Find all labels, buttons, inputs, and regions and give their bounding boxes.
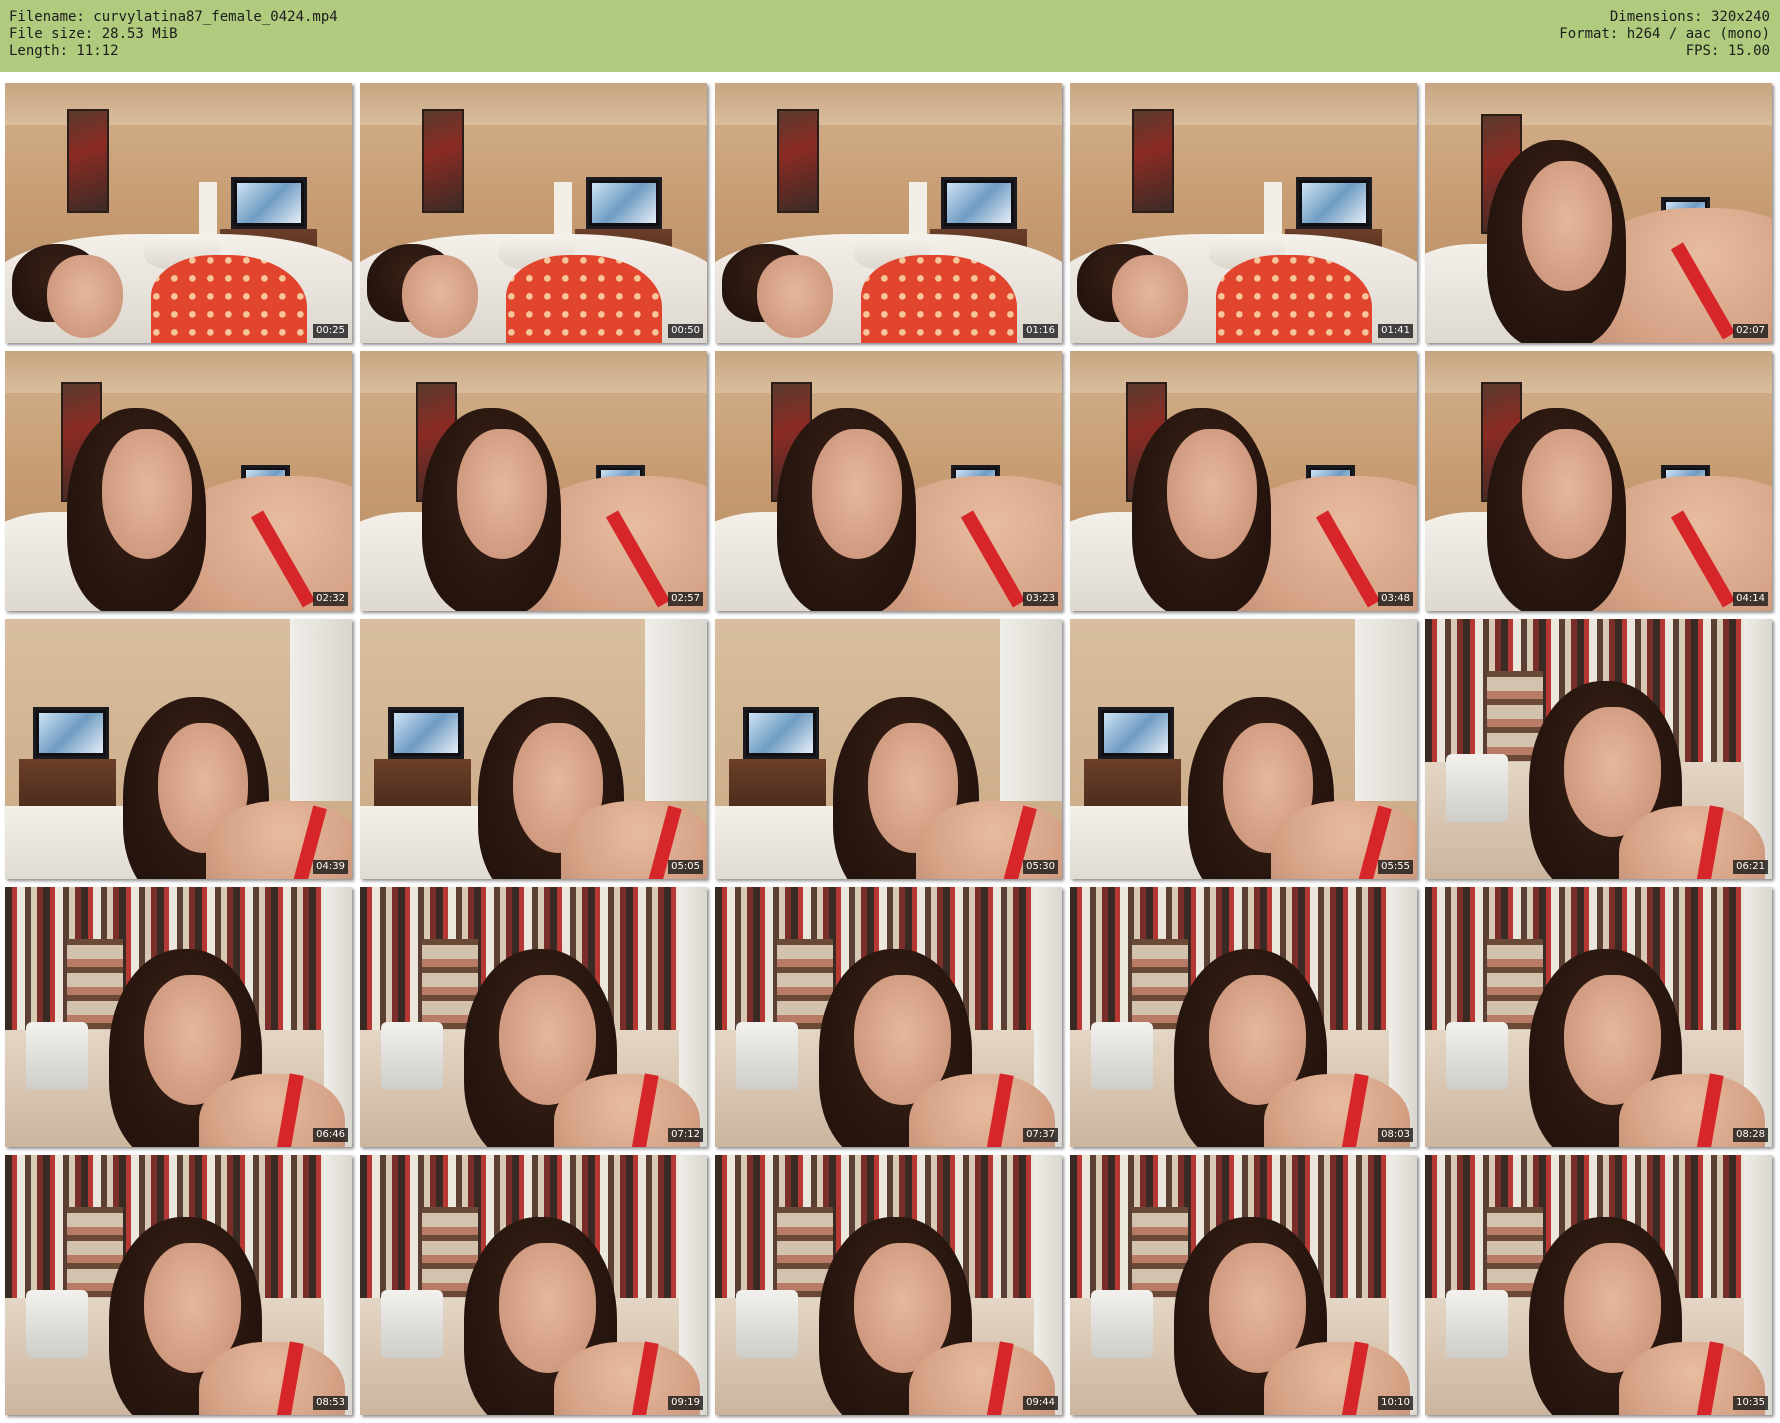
file-info: Filename: curvylatina87_female_0424.mp4 … <box>9 9 338 60</box>
thumbnail-frame: 08:03 <box>1070 887 1417 1147</box>
thumbnail-frame: 00:50 <box>360 83 707 343</box>
length-text: Length: 11:12 <box>9 43 119 59</box>
timestamp-label: 09:44 <box>1023 1396 1058 1410</box>
thumbnail-image <box>360 83 707 343</box>
timestamp-label: 00:25 <box>313 324 348 338</box>
filename-text: Filename: curvylatina87_female_0424.mp4 <box>9 9 338 25</box>
timestamp-label: 00:50 <box>668 324 703 338</box>
timestamp-label: 02:32 <box>313 592 348 606</box>
thumbnail-frame: 09:19 <box>360 1155 707 1415</box>
thumbnail-image <box>360 351 707 611</box>
timestamp-label: 01:16 <box>1023 324 1058 338</box>
timestamp-label: 08:03 <box>1378 1128 1413 1142</box>
thumbnail-frame: 05:05 <box>360 619 707 879</box>
thumbnail-image <box>1070 619 1417 879</box>
timestamp-label: 07:12 <box>668 1128 703 1142</box>
thumbnail-image <box>1070 887 1417 1147</box>
thumbnail-frame: 01:41 <box>1070 83 1417 343</box>
timestamp-label: 03:23 <box>1023 592 1058 606</box>
thumbnail-image <box>1070 1155 1417 1415</box>
thumbnail-frame: 05:30 <box>715 619 1062 879</box>
thumbnail-frame: 07:37 <box>715 887 1062 1147</box>
thumbnail-frame: 08:53 <box>5 1155 352 1415</box>
timestamp-label: 01:41 <box>1378 324 1413 338</box>
thumbnail-image <box>5 351 352 611</box>
thumbnail-image <box>5 619 352 879</box>
fps-text: FPS: 15.00 <box>1685 43 1770 59</box>
timestamp-label: 04:39 <box>313 860 348 874</box>
thumbnail-frame: 10:10 <box>1070 1155 1417 1415</box>
timestamp-label: 07:37 <box>1023 1128 1058 1142</box>
thumbnail-image <box>715 83 1062 343</box>
thumbnail-frame: 09:44 <box>715 1155 1062 1415</box>
thumbnail-frame: 07:12 <box>360 887 707 1147</box>
thumbnail-frame: 04:39 <box>5 619 352 879</box>
thumbnail-image <box>1070 351 1417 611</box>
timestamp-label: 06:21 <box>1733 860 1768 874</box>
thumbnail-frame: 10:35 <box>1425 1155 1772 1415</box>
thumbnail-frame: 06:21 <box>1425 619 1772 879</box>
thumbnail-image <box>1425 83 1772 343</box>
thumbnail-image <box>1425 887 1772 1147</box>
video-info: Dimensions: 320x240 Format: h264 / aac (… <box>1559 9 1770 60</box>
thumbnail-image <box>360 1155 707 1415</box>
thumbnail-image <box>360 887 707 1147</box>
timestamp-label: 05:05 <box>668 860 703 874</box>
timestamp-label: 05:30 <box>1023 860 1058 874</box>
thumbnail-image <box>5 887 352 1147</box>
thumbnail-image <box>1425 619 1772 879</box>
thumbnail-image <box>360 619 707 879</box>
thumbnail-grid: 00:25 00:50 01:16 01:41 02:07 02:32 02:5… <box>5 83 1772 1415</box>
timestamp-label: 08:28 <box>1733 1128 1768 1142</box>
thumbnail-image <box>1425 351 1772 611</box>
thumbnail-frame: 03:23 <box>715 351 1062 611</box>
timestamp-label: 03:48 <box>1378 592 1413 606</box>
dimensions-text: Dimensions: 320x240 <box>1609 9 1770 25</box>
timestamp-label: 05:55 <box>1378 860 1413 874</box>
thumbnail-image <box>1070 83 1417 343</box>
thumbnail-frame: 02:32 <box>5 351 352 611</box>
thumbnail-image <box>1425 1155 1772 1415</box>
thumbnail-frame: 05:55 <box>1070 619 1417 879</box>
thumbnail-frame: 03:48 <box>1070 351 1417 611</box>
timestamp-label: 04:14 <box>1733 592 1768 606</box>
timestamp-label: 02:57 <box>668 592 703 606</box>
thumbnail-image <box>715 619 1062 879</box>
thumbnail-frame: 01:16 <box>715 83 1062 343</box>
thumbnail-image <box>715 1155 1062 1415</box>
thumbnail-frame: 02:07 <box>1425 83 1772 343</box>
timestamp-label: 06:46 <box>313 1128 348 1142</box>
thumbnail-image <box>715 887 1062 1147</box>
timestamp-label: 09:19 <box>668 1396 703 1410</box>
timestamp-label: 02:07 <box>1733 324 1768 338</box>
thumbnail-image <box>5 83 352 343</box>
format-text: Format: h264 / aac (mono) <box>1559 26 1770 42</box>
thumbnail-image <box>5 1155 352 1415</box>
thumbnail-frame: 02:57 <box>360 351 707 611</box>
thumbnail-frame: 06:46 <box>5 887 352 1147</box>
timestamp-label: 10:35 <box>1733 1396 1768 1410</box>
thumbnail-image <box>715 351 1062 611</box>
timestamp-label: 10:10 <box>1378 1396 1413 1410</box>
thumbnail-frame: 00:25 <box>5 83 352 343</box>
thumbnail-frame: 04:14 <box>1425 351 1772 611</box>
timestamp-label: 08:53 <box>313 1396 348 1410</box>
filesize-text: File size: 28.53 MiB <box>9 26 178 42</box>
info-header: Filename: curvylatina87_female_0424.mp4 … <box>0 0 1780 72</box>
thumbnail-frame: 08:28 <box>1425 887 1772 1147</box>
